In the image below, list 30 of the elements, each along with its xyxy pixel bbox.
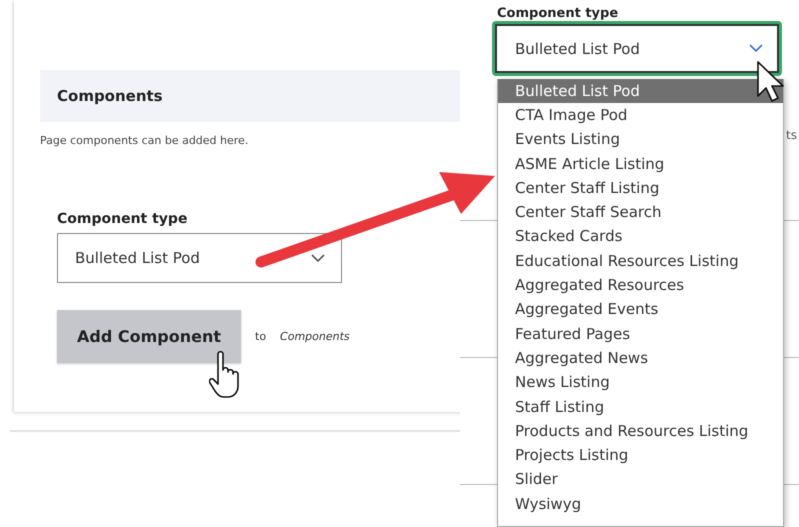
field-label: Component type xyxy=(57,211,188,227)
add-component-button[interactable]: Add Component xyxy=(57,310,241,363)
option-item[interactable]: Featured Pages xyxy=(498,322,783,346)
option-item[interactable]: Bulleted List Pod xyxy=(498,78,783,103)
option-item[interactable]: Center Staff Listing xyxy=(498,176,783,200)
background-text: ts xyxy=(786,128,797,142)
option-item[interactable]: CTA Image Pod xyxy=(498,102,783,128)
option-item[interactable]: Aggregated Events xyxy=(498,297,783,322)
option-item[interactable]: ASME Article Listing xyxy=(498,152,783,176)
target-prefix: to xyxy=(255,330,266,343)
option-item[interactable]: Aggregated Resources xyxy=(498,273,783,298)
chevron-down-icon xyxy=(311,254,325,262)
option-item[interactable]: Wysiwyg xyxy=(498,492,783,516)
option-item[interactable]: Slider xyxy=(498,467,783,492)
component-type-select[interactable]: Bulleted List Pod xyxy=(57,233,342,283)
component-type-select[interactable]: Bulleted List Pod xyxy=(492,21,782,76)
chevron-down-icon xyxy=(749,44,763,54)
option-item[interactable]: Projects Listing xyxy=(498,443,783,468)
option-item[interactable]: Educational Resources Listing xyxy=(498,248,783,274)
option-item[interactable]: Events Listing xyxy=(498,127,783,152)
help-text: Page components can be added here. xyxy=(40,134,250,147)
option-item[interactable]: Stacked Cards xyxy=(498,224,783,249)
section-title: Components xyxy=(57,87,163,105)
option-item[interactable]: Center Staff Search xyxy=(498,200,783,224)
option-item[interactable]: News Listing xyxy=(498,370,783,395)
target-text: Components xyxy=(280,330,350,343)
field-label: Component type xyxy=(497,6,620,22)
option-item[interactable]: Products and Resources Listing xyxy=(498,418,783,444)
option-item[interactable]: Aggregated News xyxy=(498,346,783,370)
option-item[interactable]: Staff Listing xyxy=(498,394,783,419)
